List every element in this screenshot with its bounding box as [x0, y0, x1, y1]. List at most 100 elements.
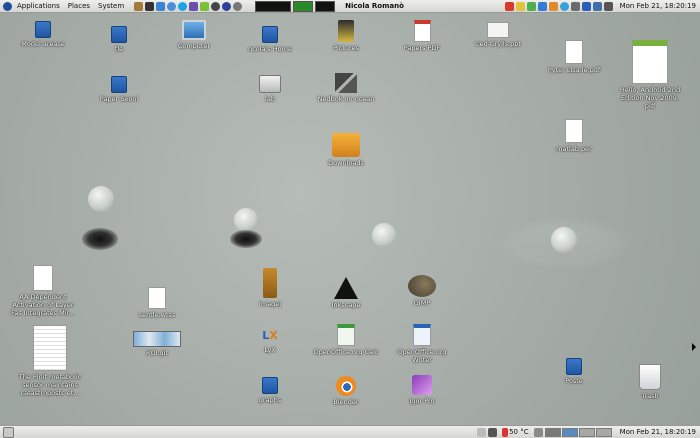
workspace-4[interactable]: [595, 427, 612, 437]
menu-applications[interactable]: Applications: [13, 2, 64, 10]
text-document-icon: [413, 324, 431, 346]
wallpaper-drop: [234, 208, 258, 232]
menu-system[interactable]: System: [94, 2, 128, 10]
desktop-icon-network[interactable]: Nedbok on ocean: [311, 73, 381, 103]
desktop-icon-home[interactable]: ncola's Home: [235, 26, 305, 53]
folder-icon: [111, 76, 127, 93]
desktop-icon-ppt[interactable]: Ced-Crylls.ppt: [463, 22, 533, 48]
network-icon[interactable]: [570, 1, 580, 11]
desktop-icon-folder[interactable]: graphs: [235, 377, 305, 404]
desktop-icon-gimp[interactable]: GIMP: [387, 275, 457, 307]
bottom-panel: 50 °C Mon Feb 21, 18:20:19: [0, 425, 700, 438]
net-monitor-widget[interactable]: [293, 0, 314, 12]
desktop-icon-blender[interactable]: Blender: [311, 376, 381, 406]
mouse-pointer-icon: [692, 343, 696, 351]
workspace-2[interactable]: [561, 427, 578, 437]
desktop-icon-image[interactable]: ROI.git: [122, 331, 192, 357]
temperature-readout: 50 °C: [509, 428, 529, 436]
launcher-app-icon[interactable]: [211, 1, 221, 11]
desktop-icon-pictures[interactable]: Pictures: [311, 20, 381, 52]
desktop-icon-folder[interactable]: Model arease: [8, 21, 78, 48]
mail-icon[interactable]: [515, 1, 525, 11]
dropbox-icon[interactable]: [537, 1, 547, 11]
spreadsheet-icon: [337, 324, 355, 346]
sync-icon[interactable]: [559, 1, 569, 11]
update-icon[interactable]: [548, 1, 558, 11]
launcher-gimp-icon[interactable]: [134, 1, 144, 11]
desktop-icon-lyx[interactable]: LX LyX: [235, 328, 305, 354]
distro-logo-icon[interactable]: [3, 1, 12, 11]
network-applet-icon[interactable]: [533, 427, 543, 437]
launcher-app2-icon[interactable]: [233, 1, 243, 11]
desktop-icon-doc[interactable]: AA Dependent Activation of Layer Fas Int…: [8, 265, 78, 317]
launcher-browser-icon[interactable]: [156, 1, 166, 11]
desktop-icon-writer[interactable]: OpenOffice.org Writer: [387, 324, 457, 364]
home-folder-icon: [262, 26, 278, 43]
computer-icon: [182, 20, 206, 40]
desktop-icon-folder[interactable]: Poste: [539, 358, 609, 385]
folder-icon: [35, 21, 51, 38]
microscope-icon: [263, 268, 277, 298]
user-menu[interactable]: Nicola Romanò: [345, 2, 404, 10]
media-play-icon[interactable]: [526, 1, 536, 11]
inkscape-icon: [334, 277, 358, 299]
desktop-icon-calc[interactable]: OpenOffice.org Calc: [311, 324, 381, 356]
volume-icon[interactable]: [603, 1, 613, 11]
book-cover-icon: [632, 40, 668, 84]
document-icon: [33, 265, 53, 291]
igor-pro-icon: [412, 375, 432, 395]
wallpaper-drop: [372, 223, 396, 247]
launcher-firefox-icon[interactable]: [222, 1, 232, 11]
wallpaper-drop-shadow: [230, 230, 262, 248]
desktop-icon-inkscape[interactable]: Inkscape: [311, 277, 381, 309]
desktop-icon-imagej[interactable]: Imagej: [235, 268, 305, 308]
desktop-icon-pdf[interactable]: Papers PDF: [387, 20, 457, 52]
desktop-icon-folder[interactable]: Paper Seoni: [84, 76, 154, 103]
folder-icon: [111, 26, 127, 43]
display-icon[interactable]: [592, 1, 602, 11]
document-icon: [148, 287, 166, 309]
folder-icon: [262, 377, 278, 394]
workspace-3[interactable]: [578, 427, 595, 437]
bottom-clock[interactable]: Mon Feb 21, 18:20:19: [620, 428, 696, 436]
menu-places[interactable]: Places: [64, 2, 94, 10]
trash-icon: [639, 364, 661, 390]
launcher-chat-icon[interactable]: [167, 1, 177, 11]
desktop-icon-trash[interactable]: Trash: [615, 364, 685, 400]
desktop-icon-printer[interactable]: lab: [235, 75, 305, 103]
wallpaper-drop: [551, 227, 577, 253]
gmail-icon[interactable]: [504, 1, 514, 11]
desktop-icon-doc[interactable]: sentle.wtss: [122, 287, 192, 319]
launcher-android-icon[interactable]: [200, 1, 210, 11]
updates-applet-icon[interactable]: [488, 427, 498, 437]
desktop-icon-computer[interactable]: Computer: [159, 20, 229, 50]
desktop-icon-folder[interactable]: tle: [84, 26, 154, 53]
desktop[interactable]: Model arease tle Computer ncola's Home P…: [0, 13, 700, 425]
desktop-icon-pdf[interactable]: Pyter Lisa.le.pdf: [539, 40, 609, 74]
desktop-icon-book[interactable]: Hello, Android 2nd Edition Nov 2009. pdf: [615, 40, 685, 110]
image-thumbnail-icon: [133, 331, 181, 347]
desktop-icon-igor[interactable]: Igor Pro: [387, 375, 457, 405]
wallpaper-drop: [88, 186, 114, 212]
downloads-folder-icon: [332, 133, 360, 157]
workspace-1[interactable]: [544, 427, 561, 437]
gimp-icon: [408, 275, 436, 297]
bluetooth-icon[interactable]: [581, 1, 591, 11]
desktop-icon-doc[interactable]: matlab.per: [539, 119, 609, 153]
presentation-icon: [487, 22, 509, 38]
cpu-monitor-widget[interactable]: [255, 0, 292, 12]
top-panel: Applications Places System Nicola Romanò…: [0, 0, 700, 13]
top-clock[interactable]: Mon Feb 21, 18:20:19: [620, 2, 696, 10]
launcher-skype-icon[interactable]: [178, 1, 188, 11]
mem-monitor-widget[interactable]: [315, 0, 336, 12]
launcher-pidgin-icon[interactable]: [189, 1, 199, 11]
paper-thumbnail-icon: [33, 325, 67, 371]
desktop-icon-paper[interactable]: The Pinit metabolic sensor maintains cat…: [15, 325, 85, 397]
desktop-icon-downloads[interactable]: Downloads: [311, 133, 381, 167]
trash-applet-icon[interactable]: [477, 427, 487, 437]
launcher-terminal-icon[interactable]: [145, 1, 155, 11]
show-desktop-icon[interactable]: [3, 426, 14, 438]
wallpaper-drop-shadow: [82, 228, 118, 250]
blender-icon: [336, 376, 356, 396]
document-icon: [565, 40, 583, 64]
